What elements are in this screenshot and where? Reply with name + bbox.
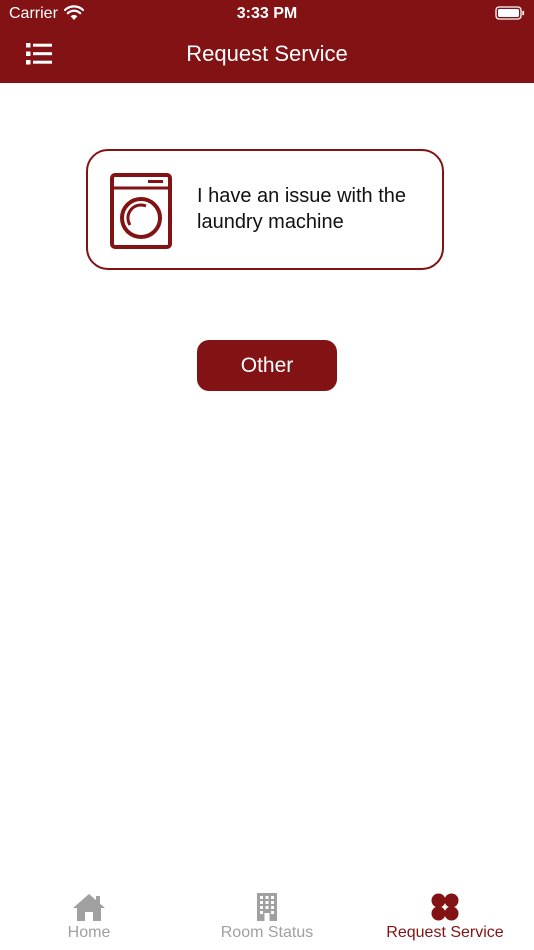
tab-room-status-label: Room Status — [220, 924, 314, 941]
navigation-bar: Request Service — [0, 28, 534, 83]
tab-room-status[interactable]: Room Status — [178, 884, 356, 950]
laundry-issue-card[interactable]: I have an issue with the laundry machine — [86, 149, 444, 270]
tab-home-label: Home — [67, 924, 111, 941]
header: Carrier 3:33 PM Request Service — [0, 0, 534, 83]
washing-machine-icon — [110, 173, 172, 249]
tab-request-service-label: Request Service — [386, 924, 504, 941]
tab-home[interactable]: Home — [0, 884, 178, 950]
tab-request-service[interactable]: Request Service — [356, 884, 534, 950]
other-button[interactable]: Other — [197, 340, 337, 391]
status-bar: Carrier 3:33 PM — [0, 0, 534, 28]
status-time: 3:33 PM — [236, 5, 298, 22]
building-icon — [257, 893, 277, 921]
home-icon — [73, 894, 105, 921]
page-title: Request Service — [186, 41, 348, 66]
request-service-screen: Carrier 3:33 PM Request Service I have a… — [0, 0, 534, 950]
tab-bar: Home Room Status Request Service — [0, 884, 534, 950]
laundry-issue-label: I have an issue with the laundry machine — [197, 185, 407, 233]
battery-icon — [495, 6, 525, 20]
clover-icon — [431, 893, 459, 921]
